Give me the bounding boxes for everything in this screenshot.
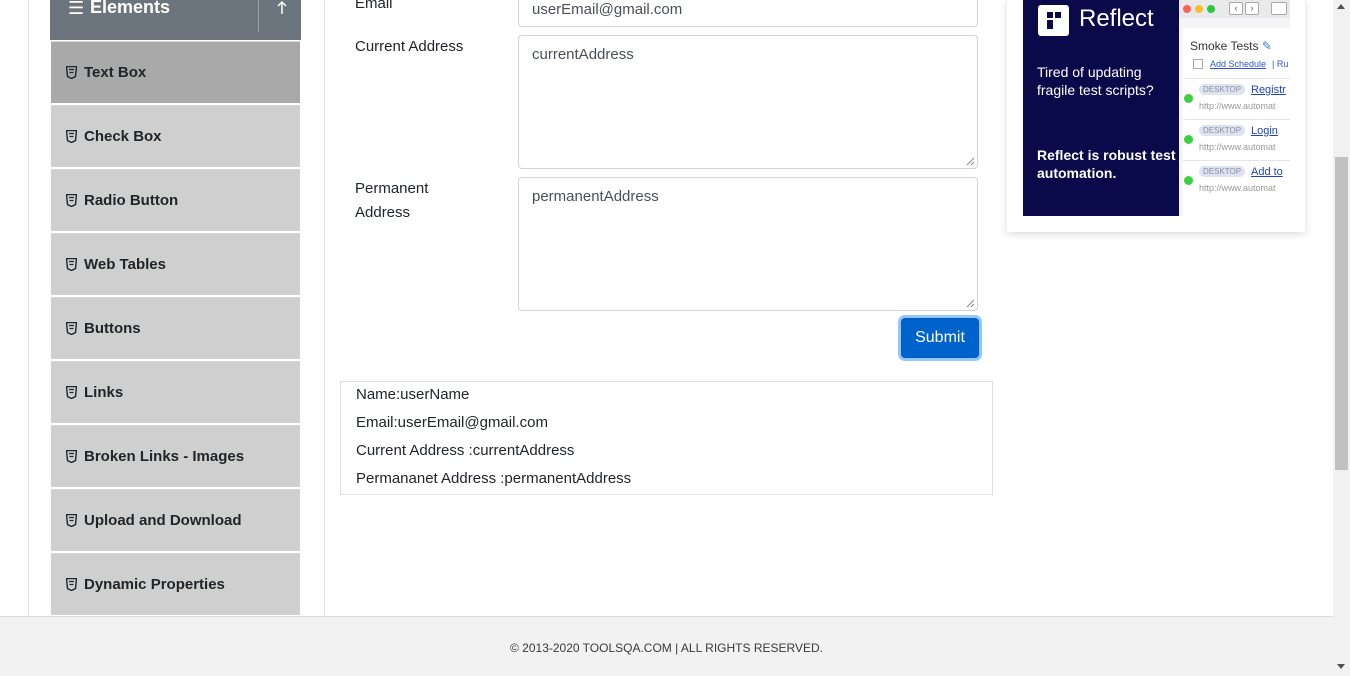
status-dot-icon	[1184, 176, 1193, 185]
sidebar-item-label: Upload and Download	[84, 512, 242, 529]
output-name: Name:userName	[356, 386, 470, 403]
ad-panel-title: Smoke Tests ✎	[1190, 39, 1272, 53]
html5-icon	[66, 130, 77, 143]
scroll-thumb[interactable]	[1335, 157, 1348, 470]
sidebar-item-label: Buttons	[84, 320, 141, 337]
left-column-border	[28, 0, 29, 616]
ad-brand: Reflect	[1079, 5, 1154, 32]
footer-copyright: © 2013-2020 TOOLSQA.COM | ALL RIGHTS RES…	[510, 641, 823, 655]
output-email: Email:userEmail@gmail.com	[356, 414, 548, 431]
html5-icon	[66, 66, 77, 79]
sidebar-item-links[interactable]: Links	[51, 361, 300, 423]
sidebar-item-label: Web Tables	[84, 256, 166, 273]
reflect-ad[interactable]: Reflect Tired of updating fragile test s…	[1007, 0, 1305, 232]
html5-icon	[66, 386, 77, 399]
sidebar-item-buttons[interactable]: Buttons	[51, 297, 300, 359]
status-dot-icon	[1184, 135, 1193, 144]
permanent-address-value: permanentAddress	[532, 188, 659, 205]
output-current-address: Current Address :currentAddress	[356, 442, 575, 459]
permanent-address-label-line1: Permanent	[355, 180, 429, 197]
output-permanent-address: Permananet Address :permanentAddress	[356, 470, 632, 487]
sidebar-item-text-box[interactable]: Text Box	[51, 41, 300, 103]
sidebar-item-broken-links-images[interactable]: Broken Links - Images	[51, 425, 300, 487]
reflect-logo-icon	[1038, 5, 1069, 36]
scroll-down-arrow-icon[interactable]	[1337, 664, 1345, 669]
email-value: userEmail@gmail.com	[532, 1, 683, 18]
sidebar-item-label: Text Box	[84, 64, 147, 81]
sidebar-item-check-box[interactable]: Check Box	[51, 105, 300, 167]
html5-icon	[66, 514, 77, 527]
permanent-address-field[interactable]: permanentAddress	[518, 177, 978, 311]
footer: © 2013-2020 TOOLSQA.COM | ALL RIGHTS RES…	[0, 616, 1333, 676]
page: ☰ Elements Text Box Check Box Radio Butt…	[0, 0, 1350, 676]
html5-icon	[66, 194, 77, 207]
html5-icon	[66, 578, 77, 591]
ad-dark-panel: Reflect Tired of updating fragile test s…	[1023, 0, 1179, 216]
elements-group-header[interactable]: ☰ Elements	[50, 0, 301, 40]
collapse-icon[interactable]	[274, 0, 290, 16]
back-icon: ‹	[1229, 2, 1243, 15]
sidebar-item-label: Dynamic Properties	[84, 576, 225, 593]
ad-schedule-link: Add Schedule	[1210, 59, 1267, 69]
sidebar-item-label: Radio Button	[84, 192, 179, 209]
sidebar-item-dynamic-properties[interactable]: Dynamic Properties	[51, 553, 300, 615]
ad-window-bar: ‹ ›	[1179, 0, 1290, 18]
sidebar-item-label: Links	[84, 384, 124, 401]
ad-screenshot: ‹ › Smoke Tests ✎ Add Schedule | Ru DESK…	[1179, 0, 1290, 216]
sidebar-toggle-icon	[1271, 2, 1287, 15]
email-label: Email	[355, 0, 393, 12]
group-title: Elements	[90, 0, 171, 17]
pencil-icon: ✎	[1261, 39, 1272, 53]
minimize-dot-icon	[1195, 5, 1203, 13]
email-field[interactable]: userEmail@gmail.com	[518, 0, 978, 27]
sidebar-item-radio-button[interactable]: Radio Button	[51, 169, 300, 231]
current-address-value: currentAddress	[532, 46, 634, 63]
ad-test-row: DESKTOP Registr http://www.automat	[1183, 78, 1290, 118]
html5-icon	[66, 450, 77, 463]
header-separator	[258, 0, 259, 32]
sidebar-divider	[324, 0, 325, 616]
status-dot-icon	[1184, 94, 1193, 103]
close-dot-icon	[1183, 5, 1191, 13]
sidebar-item-label: Check Box	[84, 128, 162, 145]
maximize-dot-icon	[1207, 5, 1215, 13]
ad-tagline: Tired of updating fragile test scripts?	[1037, 64, 1154, 98]
resize-grip-icon[interactable]	[966, 299, 975, 308]
ad-schedule-sep: | Ru	[1272, 59, 1289, 69]
current-address-field[interactable]: currentAddress	[518, 35, 978, 169]
permanent-address-label-line2: Address	[355, 204, 411, 221]
submit-button[interactable]: Submit	[901, 318, 979, 358]
ad-test-row: DESKTOP Add to http://www.automat	[1183, 160, 1290, 200]
sidebar-item-web-tables[interactable]: Web Tables	[51, 233, 300, 295]
ad-strong-text: Reflect is robust test automation.	[1037, 147, 1176, 181]
resize-grip-icon[interactable]	[966, 157, 975, 166]
forward-icon: ›	[1245, 2, 1259, 15]
output-panel: Name:userName Email:userEmail@gmail.com …	[340, 381, 993, 495]
ad-panel: Smoke Tests ✎ Add Schedule | Ru DESKTOP …	[1183, 28, 1290, 216]
calendar-icon	[1193, 59, 1203, 69]
hamburger-icon: ☰	[68, 0, 85, 18]
ad-test-row: DESKTOP Login http://www.automat	[1183, 119, 1290, 159]
current-address-label: Current Address	[355, 38, 464, 55]
sidebar-item-label: Broken Links - Images	[84, 448, 245, 465]
page-scrollbar[interactable]	[1333, 0, 1350, 676]
html5-icon	[66, 258, 77, 271]
scroll-up-arrow-icon[interactable]	[1337, 4, 1345, 9]
html5-icon	[66, 322, 77, 335]
sidebar-item-upload-and-download[interactable]: Upload and Download	[51, 489, 300, 551]
